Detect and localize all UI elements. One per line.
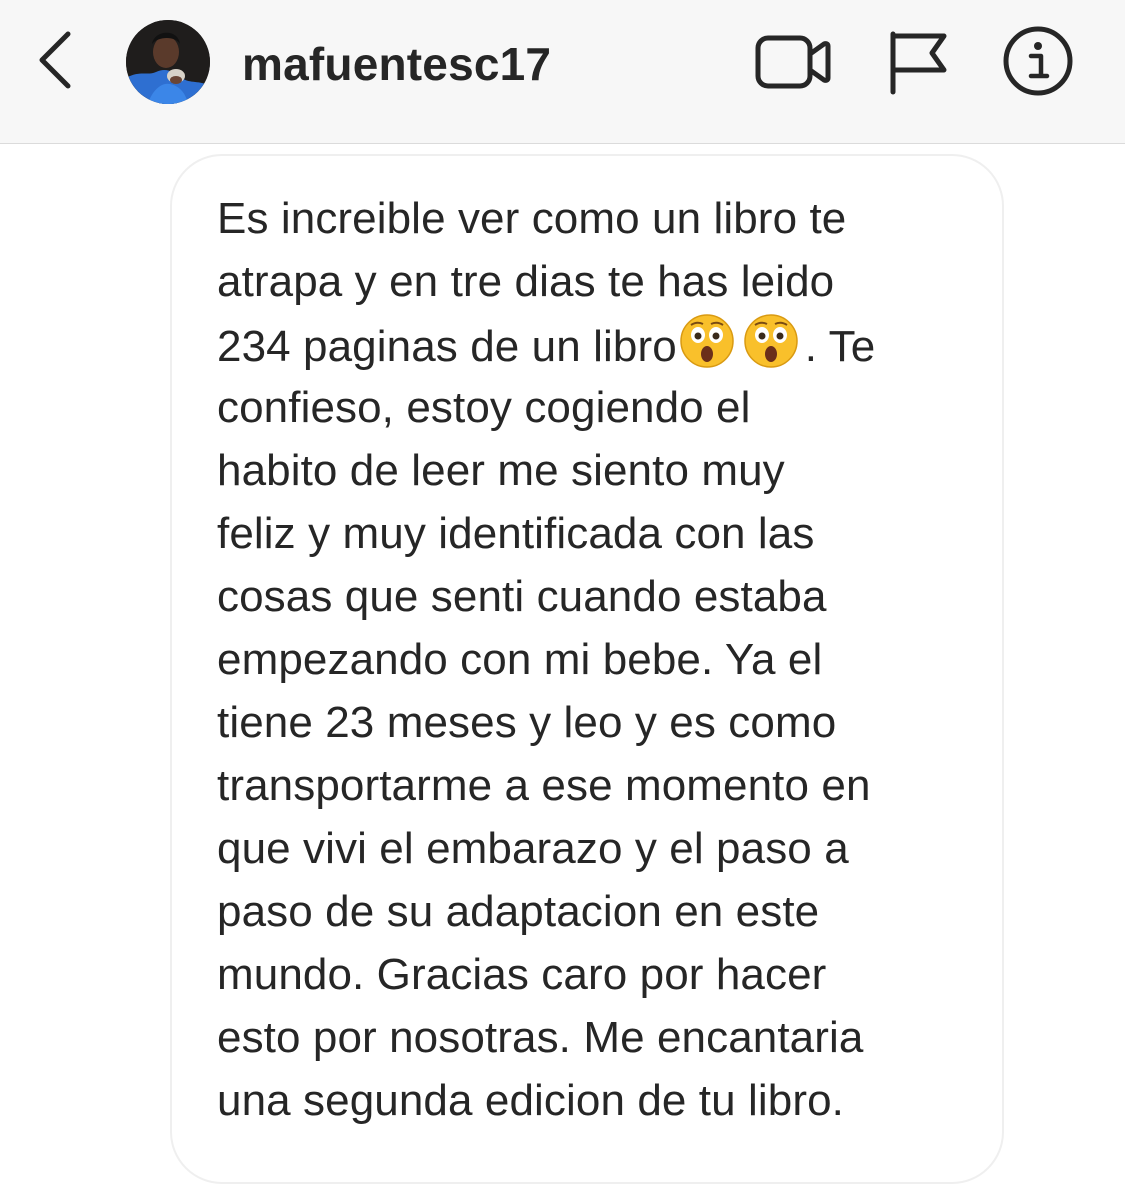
message-line: cosas que senti cuando estaba	[217, 572, 827, 621]
username[interactable]: mafuentesc17	[242, 36, 551, 92]
message-line: mundo. Gracias caro por hacer	[217, 950, 827, 999]
message-line-tail: . Te	[804, 322, 876, 371]
message-line-text: 234 paginas de un libro	[217, 322, 677, 371]
message-text: Es increible ver como un libro te atrapa…	[217, 187, 977, 1132]
message-line: esto por nosotras. Me encantaria	[217, 1013, 864, 1062]
message-line: empezando con mi bebe. Ya el	[217, 635, 823, 684]
message-line: tiene 23 meses y leo y es como	[217, 698, 837, 747]
chat-header: mafuentesc17	[0, 0, 1125, 144]
message-line-with-emoji: 234 paginas de un libro . Te	[217, 313, 977, 376]
report-button[interactable]	[884, 26, 964, 98]
message-line: Es increible ver como un libro te	[217, 194, 847, 243]
chevron-left-icon	[39, 31, 71, 89]
message-line: una segunda edicion de tu libro.	[217, 1076, 844, 1125]
info-icon	[1003, 26, 1073, 96]
video-camera-icon	[755, 35, 831, 89]
message-line: transportarme a ese momento en	[217, 761, 871, 810]
message-line: atrapa y en tre dias te has leido	[217, 257, 835, 306]
avatar-image	[126, 20, 210, 104]
astonished-face-icon	[680, 314, 734, 368]
flag-icon	[890, 31, 947, 95]
video-call-button[interactable]	[752, 26, 832, 98]
details-button[interactable]	[1000, 26, 1080, 98]
message-line: paso de su adaptacion en este	[217, 887, 820, 936]
message-line: habito de leer me siento muy	[217, 446, 785, 495]
back-button[interactable]	[30, 28, 80, 92]
message-line: feliz y muy identificada con las	[217, 509, 815, 558]
astonished-face-icon	[744, 314, 798, 368]
message-line: confieso, estoy cogiendo el	[217, 383, 751, 432]
message-line: que vivi el embarazo y el paso a	[217, 824, 849, 873]
avatar[interactable]	[126, 20, 210, 104]
